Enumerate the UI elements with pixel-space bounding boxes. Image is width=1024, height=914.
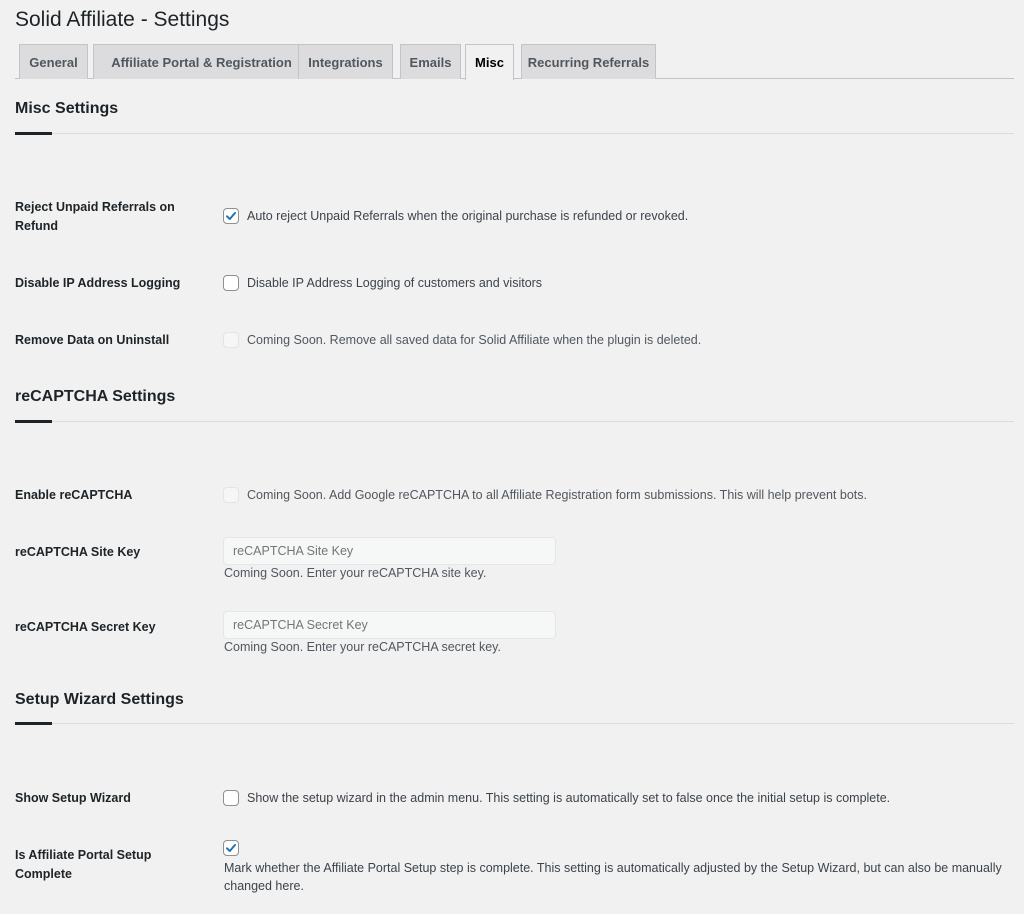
show-setup-wizard-checkbox[interactable] [223, 790, 239, 806]
checkmark-icon [226, 844, 236, 852]
disable-ip-description: Disable IP Address Logging of customers … [247, 276, 543, 290]
enable-recaptcha-checkbox [223, 487, 239, 503]
enable-recaptcha-description: Coming Soon. Add Google reCAPTCHA to all… [247, 488, 867, 502]
section-accent-bar [15, 420, 52, 423]
remove-data-field: Coming Soon. Remove all saved data for S… [223, 331, 701, 349]
recaptcha-site-key-help: Coming Soon. Enter your reCAPTCHA site k… [224, 566, 487, 580]
tab-recurring-referrals[interactable]: Recurring Referrals [521, 44, 656, 79]
reject-unpaid-field: Auto reject Unpaid Referrals when the or… [223, 207, 688, 225]
reject-unpaid-label: Reject Unpaid Referrals on Refund [15, 200, 175, 233]
tab-general[interactable]: General [19, 44, 88, 79]
remove-data-label: Remove Data on Uninstall [15, 333, 170, 347]
settings-page: Solid Affiliate - Settings General Affil… [0, 0, 1024, 914]
recaptcha-secret-key-label: reCAPTCHA Secret Key [15, 620, 156, 634]
remove-data-description: Coming Soon. Remove all saved data for S… [247, 333, 702, 347]
recaptcha-secret-key-input[interactable] [223, 611, 556, 639]
recaptcha-site-key-input[interactable] [223, 537, 556, 565]
enable-recaptcha-field: Coming Soon. Add Google reCAPTCHA to all… [223, 486, 867, 504]
settings-tabs: General Affiliate Portal & Registration … [15, 44, 1014, 80]
section-accent-bar [15, 132, 52, 135]
disable-ip-checkbox[interactable] [223, 275, 239, 291]
page-title: Solid Affiliate - Settings [15, 8, 230, 31]
portal-setup-complete-field [223, 840, 239, 856]
misc-settings-heading: Misc Settings [15, 100, 119, 117]
recaptcha-secret-key-help: Coming Soon. Enter your reCAPTCHA secret… [224, 640, 501, 654]
section-divider [15, 133, 1014, 134]
recaptcha-site-key-label: reCAPTCHA Site Key [15, 545, 141, 559]
tab-integrations[interactable]: Integrations [298, 44, 393, 79]
show-setup-wizard-description: Show the setup wizard in the admin menu.… [247, 791, 891, 805]
reject-unpaid-checkbox[interactable] [223, 208, 239, 224]
section-divider [15, 723, 1014, 724]
tab-affiliate-portal-registration[interactable]: Affiliate Portal & Registration [93, 44, 310, 79]
portal-setup-complete-description: Mark whether the Affiliate Portal Setup … [224, 861, 1002, 893]
section-accent-bar [15, 722, 52, 725]
show-setup-wizard-label: Show Setup Wizard [15, 791, 131, 805]
portal-setup-complete-checkbox[interactable] [223, 840, 239, 856]
portal-setup-complete-label: Is Affiliate Portal Setup Complete [15, 848, 152, 881]
tab-misc[interactable]: Misc [465, 44, 514, 80]
section-divider [15, 421, 1014, 422]
checkmark-icon [226, 212, 236, 220]
remove-data-checkbox [223, 332, 239, 348]
enable-recaptcha-label: Enable reCAPTCHA [15, 488, 133, 502]
setup-wizard-settings-heading: Setup Wizard Settings [15, 691, 184, 708]
reject-unpaid-description: Auto reject Unpaid Referrals when the or… [247, 209, 689, 223]
disable-ip-field: Disable IP Address Logging of customers … [223, 274, 542, 292]
tab-emails[interactable]: Emails [400, 44, 461, 79]
recaptcha-settings-heading: reCAPTCHA Settings [15, 388, 176, 405]
disable-ip-label: Disable IP Address Logging [15, 276, 181, 290]
show-setup-wizard-field: Show the setup wizard in the admin menu.… [223, 789, 890, 807]
